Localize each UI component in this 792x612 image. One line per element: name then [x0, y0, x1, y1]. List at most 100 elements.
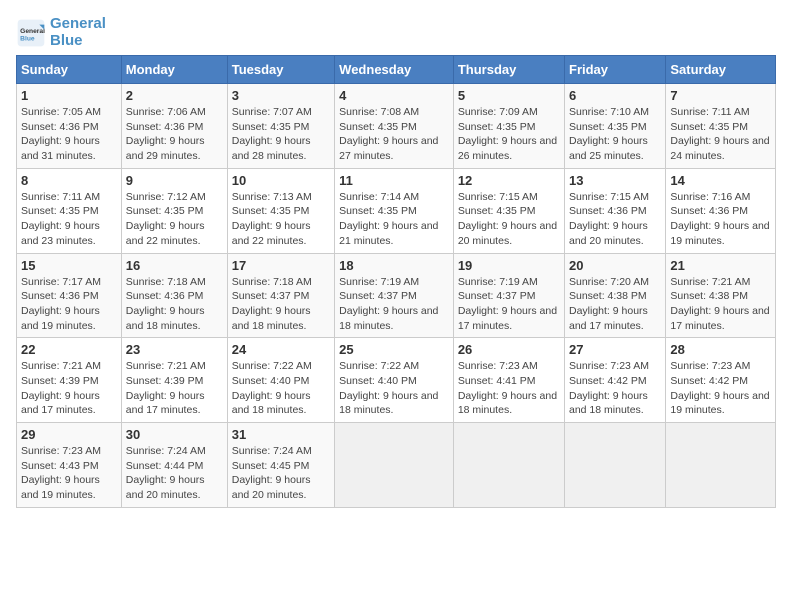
calendar-week-row: 8 Sunrise: 7:11 AM Sunset: 4:35 PM Dayli…: [17, 168, 776, 253]
calendar-cell: 18 Sunrise: 7:19 AM Sunset: 4:37 PM Dayl…: [335, 253, 454, 338]
day-number: 9: [126, 173, 223, 188]
day-detail: Sunrise: 7:17 AM Sunset: 4:36 PM Dayligh…: [21, 275, 117, 334]
day-detail: Sunrise: 7:21 AM Sunset: 4:38 PM Dayligh…: [670, 275, 771, 334]
day-number: 13: [569, 173, 661, 188]
calendar-cell: 15 Sunrise: 7:17 AM Sunset: 4:36 PM Dayl…: [17, 253, 122, 338]
day-number: 23: [126, 342, 223, 357]
day-detail: Sunrise: 7:15 AM Sunset: 4:36 PM Dayligh…: [569, 190, 661, 249]
day-number: 24: [232, 342, 330, 357]
calendar-cell: [335, 423, 454, 508]
calendar-cell: 17 Sunrise: 7:18 AM Sunset: 4:37 PM Dayl…: [227, 253, 334, 338]
calendar-cell: 16 Sunrise: 7:18 AM Sunset: 4:36 PM Dayl…: [121, 253, 227, 338]
calendar-header-row: SundayMondayTuesdayWednesdayThursdayFrid…: [17, 56, 776, 84]
col-header-wednesday: Wednesday: [335, 56, 454, 84]
day-detail: Sunrise: 7:24 AM Sunset: 4:44 PM Dayligh…: [126, 444, 223, 503]
logo-text: GeneralBlue: [50, 16, 106, 49]
calendar-cell: 1 Sunrise: 7:05 AM Sunset: 4:36 PM Dayli…: [17, 84, 122, 169]
calendar-cell: [453, 423, 564, 508]
day-number: 15: [21, 258, 117, 273]
calendar-cell: [565, 423, 666, 508]
calendar-cell: 29 Sunrise: 7:23 AM Sunset: 4:43 PM Dayl…: [17, 423, 122, 508]
day-detail: Sunrise: 7:18 AM Sunset: 4:37 PM Dayligh…: [232, 275, 330, 334]
svg-text:Blue: Blue: [20, 35, 35, 42]
day-number: 10: [232, 173, 330, 188]
calendar-cell: 24 Sunrise: 7:22 AM Sunset: 4:40 PM Dayl…: [227, 338, 334, 423]
calendar-cell: 8 Sunrise: 7:11 AM Sunset: 4:35 PM Dayli…: [17, 168, 122, 253]
col-header-tuesday: Tuesday: [227, 56, 334, 84]
day-number: 1: [21, 88, 117, 103]
calendar-cell: [666, 423, 776, 508]
day-detail: Sunrise: 7:18 AM Sunset: 4:36 PM Dayligh…: [126, 275, 223, 334]
calendar-cell: 10 Sunrise: 7:13 AM Sunset: 4:35 PM Dayl…: [227, 168, 334, 253]
day-number: 6: [569, 88, 661, 103]
logo: General Blue GeneralBlue: [16, 16, 106, 49]
calendar-cell: 28 Sunrise: 7:23 AM Sunset: 4:42 PM Dayl…: [666, 338, 776, 423]
calendar-week-row: 1 Sunrise: 7:05 AM Sunset: 4:36 PM Dayli…: [17, 84, 776, 169]
day-number: 11: [339, 173, 449, 188]
calendar-cell: 22 Sunrise: 7:21 AM Sunset: 4:39 PM Dayl…: [17, 338, 122, 423]
calendar-cell: 2 Sunrise: 7:06 AM Sunset: 4:36 PM Dayli…: [121, 84, 227, 169]
day-detail: Sunrise: 7:23 AM Sunset: 4:43 PM Dayligh…: [21, 444, 117, 503]
day-number: 18: [339, 258, 449, 273]
calendar-cell: 21 Sunrise: 7:21 AM Sunset: 4:38 PM Dayl…: [666, 253, 776, 338]
day-detail: Sunrise: 7:23 AM Sunset: 4:42 PM Dayligh…: [670, 359, 771, 418]
calendar-cell: 4 Sunrise: 7:08 AM Sunset: 4:35 PM Dayli…: [335, 84, 454, 169]
calendar-cell: 3 Sunrise: 7:07 AM Sunset: 4:35 PM Dayli…: [227, 84, 334, 169]
day-number: 25: [339, 342, 449, 357]
day-number: 28: [670, 342, 771, 357]
day-detail: Sunrise: 7:11 AM Sunset: 4:35 PM Dayligh…: [21, 190, 117, 249]
day-detail: Sunrise: 7:16 AM Sunset: 4:36 PM Dayligh…: [670, 190, 771, 249]
day-number: 27: [569, 342, 661, 357]
calendar-week-row: 15 Sunrise: 7:17 AM Sunset: 4:36 PM Dayl…: [17, 253, 776, 338]
logo-icon: General Blue: [16, 18, 46, 48]
day-detail: Sunrise: 7:23 AM Sunset: 4:41 PM Dayligh…: [458, 359, 560, 418]
day-number: 22: [21, 342, 117, 357]
day-detail: Sunrise: 7:22 AM Sunset: 4:40 PM Dayligh…: [232, 359, 330, 418]
day-detail: Sunrise: 7:21 AM Sunset: 4:39 PM Dayligh…: [21, 359, 117, 418]
calendar-cell: 31 Sunrise: 7:24 AM Sunset: 4:45 PM Dayl…: [227, 423, 334, 508]
day-number: 16: [126, 258, 223, 273]
calendar-cell: 27 Sunrise: 7:23 AM Sunset: 4:42 PM Dayl…: [565, 338, 666, 423]
calendar-cell: 13 Sunrise: 7:15 AM Sunset: 4:36 PM Dayl…: [565, 168, 666, 253]
calendar-cell: 9 Sunrise: 7:12 AM Sunset: 4:35 PM Dayli…: [121, 168, 227, 253]
day-detail: Sunrise: 7:19 AM Sunset: 4:37 PM Dayligh…: [339, 275, 449, 334]
day-number: 7: [670, 88, 771, 103]
day-detail: Sunrise: 7:05 AM Sunset: 4:36 PM Dayligh…: [21, 105, 117, 164]
svg-text:General: General: [20, 28, 45, 35]
calendar-page: General Blue GeneralBlue SundayMondayTue…: [0, 0, 792, 612]
day-number: 26: [458, 342, 560, 357]
day-detail: Sunrise: 7:14 AM Sunset: 4:35 PM Dayligh…: [339, 190, 449, 249]
day-detail: Sunrise: 7:13 AM Sunset: 4:35 PM Dayligh…: [232, 190, 330, 249]
col-header-monday: Monday: [121, 56, 227, 84]
calendar-cell: 6 Sunrise: 7:10 AM Sunset: 4:35 PM Dayli…: [565, 84, 666, 169]
day-number: 29: [21, 427, 117, 442]
col-header-saturday: Saturday: [666, 56, 776, 84]
day-number: 21: [670, 258, 771, 273]
day-number: 5: [458, 88, 560, 103]
calendar-cell: 25 Sunrise: 7:22 AM Sunset: 4:40 PM Dayl…: [335, 338, 454, 423]
day-detail: Sunrise: 7:08 AM Sunset: 4:35 PM Dayligh…: [339, 105, 449, 164]
calendar-week-row: 22 Sunrise: 7:21 AM Sunset: 4:39 PM Dayl…: [17, 338, 776, 423]
calendar-cell: 19 Sunrise: 7:19 AM Sunset: 4:37 PM Dayl…: [453, 253, 564, 338]
day-detail: Sunrise: 7:21 AM Sunset: 4:39 PM Dayligh…: [126, 359, 223, 418]
day-detail: Sunrise: 7:15 AM Sunset: 4:35 PM Dayligh…: [458, 190, 560, 249]
calendar-cell: 26 Sunrise: 7:23 AM Sunset: 4:41 PM Dayl…: [453, 338, 564, 423]
calendar-cell: 11 Sunrise: 7:14 AM Sunset: 4:35 PM Dayl…: [335, 168, 454, 253]
day-number: 2: [126, 88, 223, 103]
calendar-cell: 12 Sunrise: 7:15 AM Sunset: 4:35 PM Dayl…: [453, 168, 564, 253]
calendar-cell: 14 Sunrise: 7:16 AM Sunset: 4:36 PM Dayl…: [666, 168, 776, 253]
day-detail: Sunrise: 7:06 AM Sunset: 4:36 PM Dayligh…: [126, 105, 223, 164]
day-number: 4: [339, 88, 449, 103]
calendar-cell: 7 Sunrise: 7:11 AM Sunset: 4:35 PM Dayli…: [666, 84, 776, 169]
day-detail: Sunrise: 7:19 AM Sunset: 4:37 PM Dayligh…: [458, 275, 560, 334]
day-number: 14: [670, 173, 771, 188]
day-detail: Sunrise: 7:23 AM Sunset: 4:42 PM Dayligh…: [569, 359, 661, 418]
col-header-sunday: Sunday: [17, 56, 122, 84]
day-number: 19: [458, 258, 560, 273]
col-header-thursday: Thursday: [453, 56, 564, 84]
day-number: 17: [232, 258, 330, 273]
day-number: 31: [232, 427, 330, 442]
calendar-week-row: 29 Sunrise: 7:23 AM Sunset: 4:43 PM Dayl…: [17, 423, 776, 508]
day-number: 20: [569, 258, 661, 273]
day-detail: Sunrise: 7:24 AM Sunset: 4:45 PM Dayligh…: [232, 444, 330, 503]
